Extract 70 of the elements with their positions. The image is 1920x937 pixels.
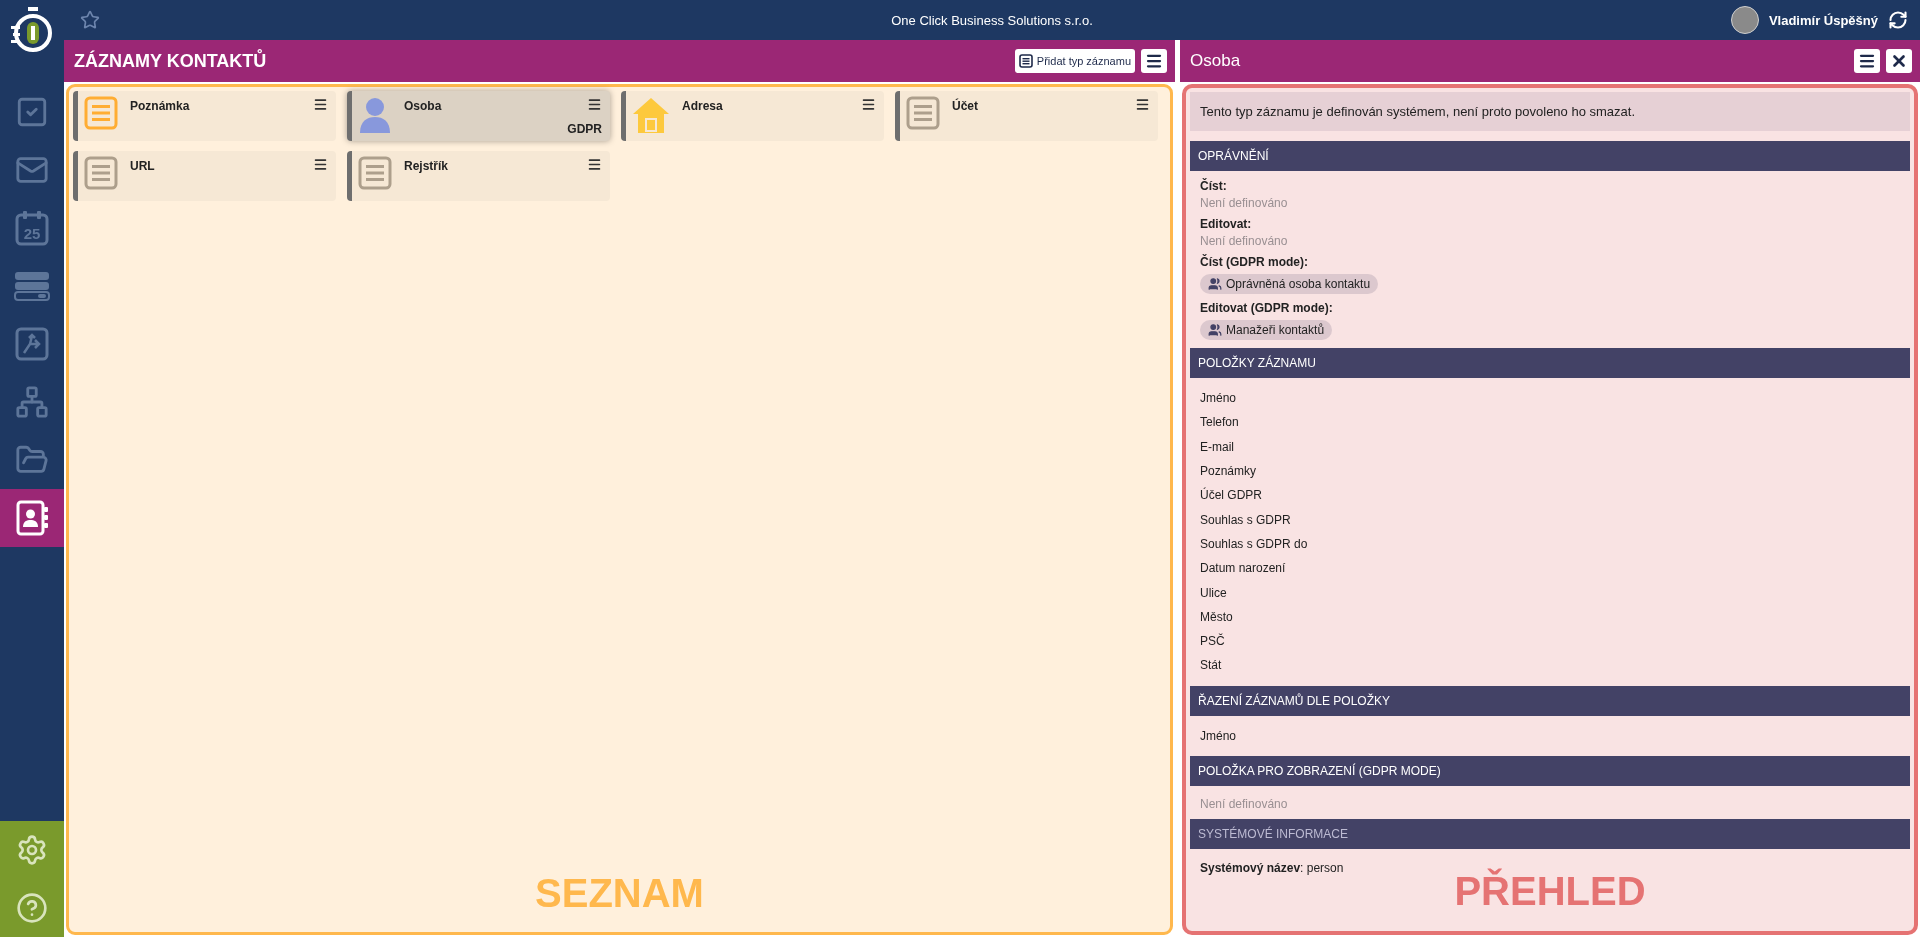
- stopwatch-logo: [10, 6, 54, 54]
- record-type-card[interactable]: Poznámka: [73, 91, 336, 141]
- person-icon: [358, 96, 392, 134]
- record-field: Datum narození: [1200, 561, 1286, 576]
- record-field: PSČ: [1200, 634, 1225, 649]
- menu-icon[interactable]: [861, 97, 876, 112]
- record-field: Jméno: [1200, 728, 1237, 743]
- user-name[interactable]: Vladimír Úspěšný: [1768, 12, 1878, 28]
- panel-title: Osoba: [1190, 51, 1241, 71]
- record-field: Souhlas s GDPR do: [1200, 536, 1308, 551]
- field-label: Číst (GDPR mode):: [1200, 255, 1309, 269]
- field-label: Číst:: [1200, 179, 1228, 193]
- hierarchy-icon: [15, 385, 49, 419]
- menu-icon[interactable]: [313, 157, 328, 172]
- section-header: SYSTÉMOVÉ INFORMACE: [1190, 818, 1910, 849]
- menu-icon[interactable]: [1135, 97, 1150, 112]
- record-field: Město: [1200, 609, 1233, 624]
- record-field: E-mail: [1200, 439, 1234, 454]
- menu-button[interactable]: [1141, 49, 1167, 73]
- field-value: Není definováno: [1200, 196, 1289, 210]
- area-caption: PŘEHLED: [1454, 868, 1646, 914]
- field-label: Editovat:: [1200, 217, 1253, 231]
- record-type-card[interactable]: Účet: [895, 91, 1158, 141]
- record-field: Stát: [1200, 658, 1222, 673]
- document-icon: [1018, 54, 1033, 68]
- close-button[interactable]: [1886, 49, 1912, 73]
- group-chip: Oprávněná osoba kontaktu: [1200, 274, 1379, 294]
- menu-icon[interactable]: [587, 97, 602, 112]
- list-icon: [14, 271, 50, 301]
- section-header: OPRÁVNĚNÍ: [1190, 141, 1910, 171]
- user-avatar[interactable]: [1730, 6, 1759, 34]
- favorite-star-icon[interactable]: [80, 10, 100, 30]
- menu-icon: [1145, 52, 1163, 70]
- field-value: Není definováno: [1200, 796, 1289, 811]
- field-value: Není definováno: [1200, 234, 1289, 248]
- menu-button[interactable]: [1854, 49, 1880, 73]
- record-type-card[interactable]: Rejstřík: [347, 151, 610, 201]
- house-icon: [632, 96, 670, 134]
- menu-icon: [1858, 52, 1876, 70]
- group-chip: Manažeři kontaktů: [1200, 320, 1333, 340]
- record-field: Jméno: [1200, 391, 1237, 406]
- checkbox-icon: [15, 95, 49, 129]
- panel-title: ZÁZNAMY KONTAKTŮ: [74, 50, 267, 72]
- refresh-icon[interactable]: [1888, 10, 1908, 30]
- section-header: POLOŽKA PRO ZOBRAZENÍ (GDPR MODE): [1190, 755, 1910, 786]
- property-text: Systémový název: person: [1200, 860, 1345, 875]
- nav-item[interactable]: [0, 489, 64, 547]
- contact-book-icon: [15, 500, 49, 536]
- area-caption: SEZNAM: [535, 871, 704, 916]
- menu-icon[interactable]: [313, 97, 328, 112]
- record-field: Souhlas s GDPR: [1200, 512, 1291, 527]
- section-header: POLOŽKY ZÁZNAMU: [1190, 348, 1910, 378]
- record-field: Poznámky: [1200, 464, 1257, 479]
- calendar-icon: 25: [15, 210, 49, 246]
- users-icon: [1208, 323, 1222, 337]
- record-type-card[interactable]: Osoba GDPR: [347, 91, 610, 141]
- record-type-card[interactable]: URL: [73, 151, 336, 201]
- system-notice: Tento typ záznamu je definován systémem, není proto povoleno ho smazat.: [1190, 92, 1910, 131]
- users-icon: [1208, 277, 1222, 291]
- workflow-icon: [15, 327, 49, 361]
- record-field: Ulice: [1200, 585, 1227, 600]
- section-header: ŘAZENÍ ZÁZNAMŮ DLE POLOŽKY: [1190, 685, 1910, 716]
- record-field: Telefon: [1200, 415, 1239, 430]
- field-label: Editovat (GDPR mode):: [1200, 301, 1334, 315]
- record-field: Účel GDPR: [1200, 488, 1262, 503]
- add-record-type-button[interactable]: Přidat typ záznamu: [1014, 49, 1135, 73]
- close-icon: [1890, 52, 1908, 70]
- menu-icon[interactable]: [587, 157, 602, 172]
- record-type-card[interactable]: Adresa: [621, 91, 884, 141]
- company-title: One Click Business Solutions s.r.o.: [891, 12, 1093, 28]
